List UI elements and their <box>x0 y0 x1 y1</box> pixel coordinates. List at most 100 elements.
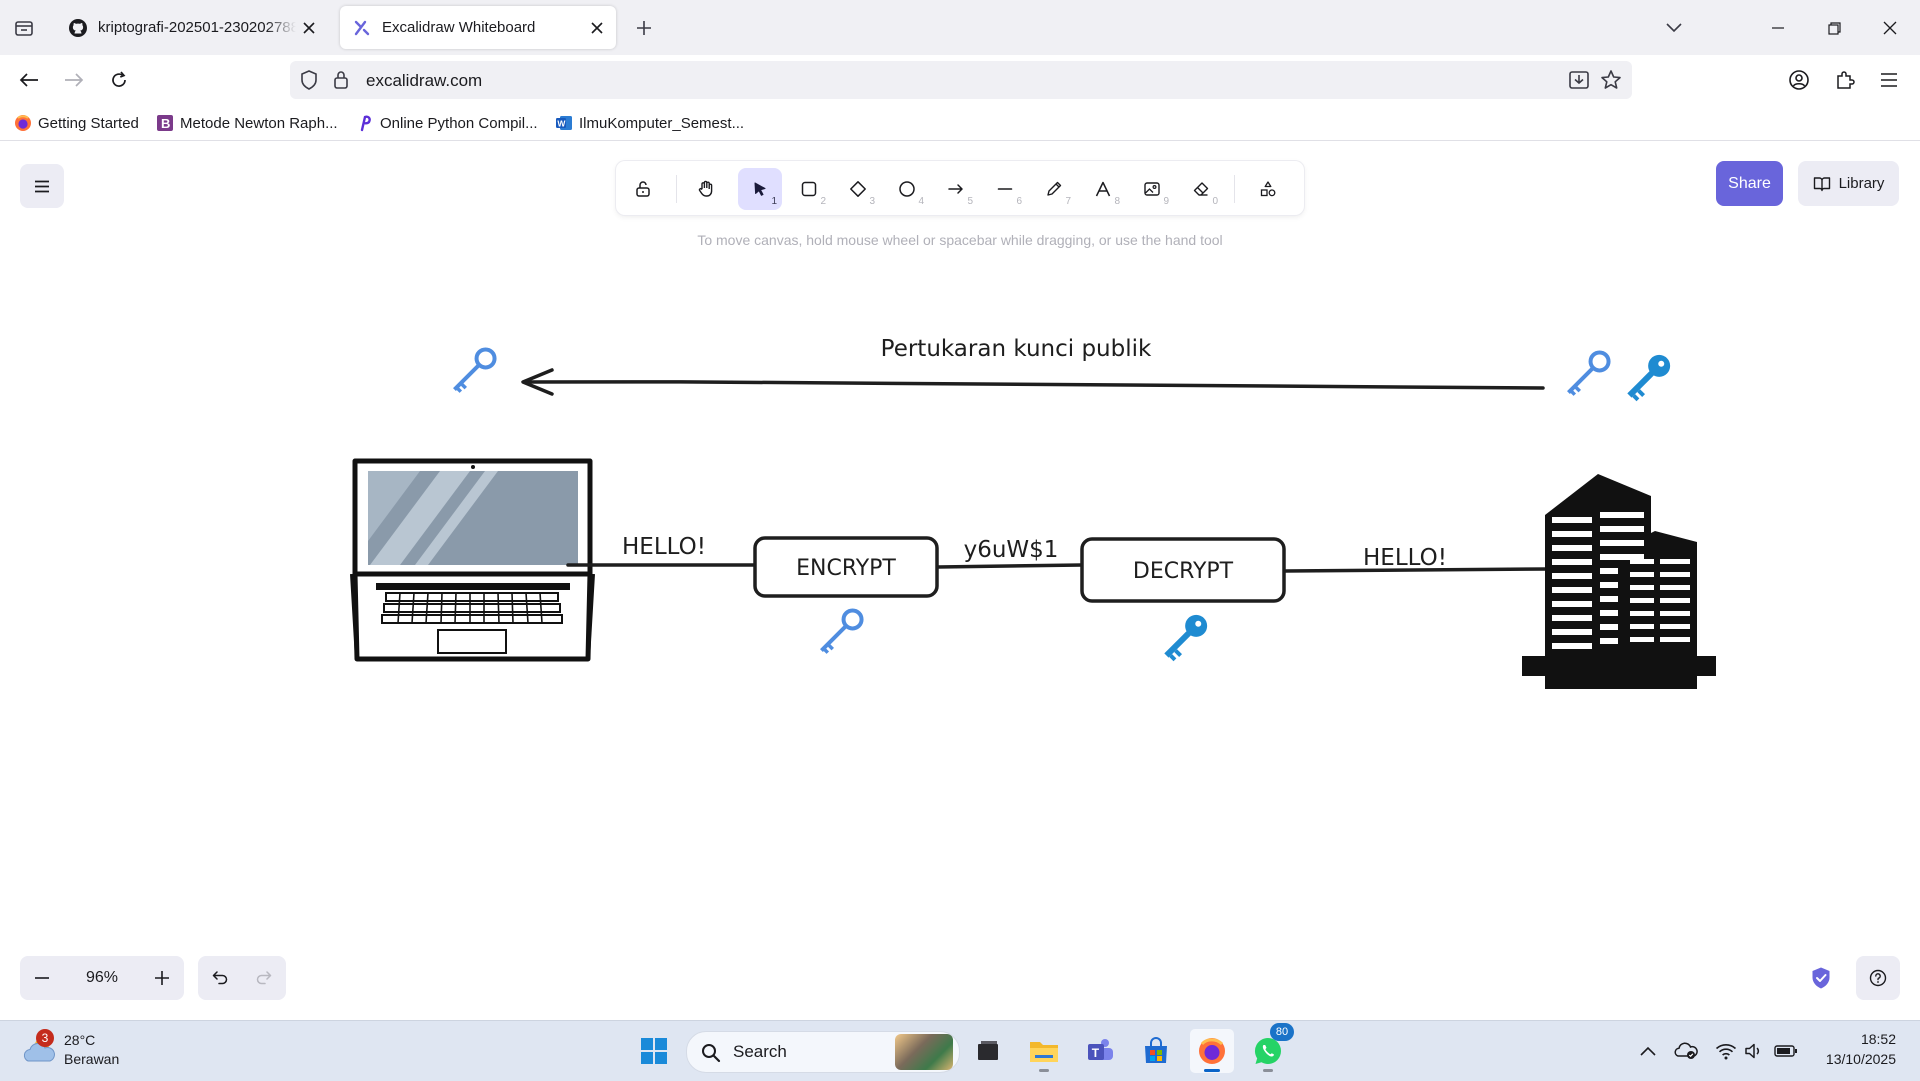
share-button[interactable]: Share <box>1716 161 1783 206</box>
connector-line[interactable] <box>936 563 1084 569</box>
lock-icon[interactable] <box>333 70 349 95</box>
minimize-button[interactable] <box>1756 6 1800 50</box>
tool-arrow[interactable]: 5 <box>934 168 978 210</box>
main-menu-button[interactable] <box>20 164 64 208</box>
close-tab-button[interactable] <box>584 15 610 41</box>
ciphertext-label[interactable]: y6uW$1 <box>964 537 1059 563</box>
public-key-icon[interactable] <box>448 346 498 396</box>
tool-line[interactable]: 6 <box>983 168 1027 210</box>
teams-button[interactable]: T <box>1078 1029 1122 1073</box>
task-view-button[interactable] <box>966 1029 1010 1073</box>
close-window-button[interactable] <box>1868 6 1912 50</box>
tool-lock[interactable] <box>621 168 665 210</box>
onedrive-tray-icon[interactable] <box>1674 1039 1698 1063</box>
tool-draw[interactable]: 7 <box>1032 168 1076 210</box>
pointer-icon <box>754 182 766 196</box>
redo-button[interactable] <box>242 956 286 1000</box>
weather-notification-badge: 3 <box>36 1029 54 1047</box>
hand-icon <box>698 180 713 197</box>
account-button[interactable] <box>1782 63 1816 97</box>
bookmark-b-icon: B <box>156 114 174 132</box>
zoom-out-button[interactable] <box>20 956 64 1000</box>
clock-time[interactable]: 18:52 <box>1820 1031 1896 1047</box>
bookmark-getting-started[interactable]: Getting Started <box>14 112 139 134</box>
bookmark-python-compiler[interactable]: Online Python Compil... <box>356 112 538 134</box>
chevron-down-icon <box>1666 23 1682 33</box>
help-button[interactable] <box>1856 956 1900 1000</box>
show-hidden-icons-button[interactable] <box>1636 1039 1660 1063</box>
tool-diamond[interactable]: 3 <box>836 168 880 210</box>
app-menu-button[interactable] <box>1872 63 1906 97</box>
address-bar[interactable]: excalidraw.com <box>290 61 1632 99</box>
shortcut-key: 2 <box>820 196 826 207</box>
taskbar-search[interactable]: Search <box>686 1031 960 1073</box>
zoom-reset-button[interactable]: 96% <box>64 956 140 1000</box>
laptop-illustration[interactable] <box>350 458 595 662</box>
tool-image[interactable]: 9 <box>1130 168 1174 210</box>
tab-github[interactable]: kriptografi-202501-230202788/ <box>56 6 328 49</box>
encrypt-label: ENCRYPT <box>796 556 896 581</box>
zoom-in-button[interactable] <box>140 956 184 1000</box>
encryption-shield-icon[interactable] <box>1806 963 1836 993</box>
firefox-taskbar-button[interactable] <box>1190 1029 1234 1073</box>
folder-icon <box>1030 1042 1058 1062</box>
microsoft-store-button[interactable] <box>1134 1029 1178 1073</box>
tab-list-button[interactable] <box>6 12 42 44</box>
private-key-icon[interactable] <box>1622 350 1675 403</box>
tab-excalidraw[interactable]: Excalidraw Whiteboard <box>340 6 616 49</box>
firefox-icon <box>14 114 32 132</box>
ellipse-icon <box>899 181 915 197</box>
tool-extra[interactable] <box>1246 168 1290 210</box>
tracking-shield-icon[interactable] <box>300 70 318 95</box>
shortcut-key: 3 <box>869 196 875 207</box>
public-key-icon[interactable] <box>815 607 865 657</box>
whiteboard-canvas[interactable]: Pertukaran kunci publik HELLO! y6uW$1 HE… <box>0 141 1920 1020</box>
tool-text[interactable]: 8 <box>1081 168 1125 210</box>
plaintext-label[interactable]: HELLO! <box>1363 545 1447 571</box>
start-button[interactable] <box>632 1029 676 1073</box>
bookmark-ilmukomputer[interactable]: W IlmuKomputer_Semest... <box>555 112 744 134</box>
file-explorer-button[interactable] <box>1022 1029 1066 1073</box>
key-exchange-arrow[interactable] <box>521 368 1545 396</box>
bookmark-label: Getting Started <box>38 114 139 132</box>
tab-strip: kriptografi-202501-230202788/ Excalidraw… <box>0 0 1920 55</box>
building-illustration[interactable] <box>1522 474 1716 689</box>
plaintext-label[interactable]: HELLO! <box>622 534 706 560</box>
list-all-tabs-button[interactable] <box>1652 6 1696 50</box>
encrypt-box[interactable]: ENCRYPT <box>753 536 939 598</box>
tool-ellipse[interactable]: 4 <box>885 168 929 210</box>
windows-logo-icon <box>641 1038 667 1064</box>
tool-selection[interactable]: 1 <box>738 168 782 210</box>
bookmark-newton-raphson[interactable]: B Metode Newton Raph... <box>156 112 338 134</box>
undo-button[interactable] <box>198 956 242 1000</box>
tool-rectangle[interactable]: 2 <box>787 168 831 210</box>
install-app-icon[interactable] <box>1568 69 1590 96</box>
toolbar-separator <box>1234 175 1235 203</box>
redo-icon <box>256 971 272 985</box>
volume-tray-icon[interactable] <box>1742 1039 1766 1063</box>
whatsapp-button[interactable]: 80 <box>1246 1023 1294 1073</box>
private-key-icon[interactable] <box>1159 610 1212 663</box>
tool-eraser[interactable]: 0 <box>1179 168 1223 210</box>
weather-description: Berawan <box>64 1051 120 1067</box>
close-icon <box>591 21 603 34</box>
library-button[interactable]: Library <box>1798 161 1899 206</box>
reload-button[interactable] <box>102 63 136 97</box>
decrypt-box[interactable]: DECRYPT <box>1080 537 1286 603</box>
shape-toolbar: 1 2 3 4 5 6 7 8 9 0 <box>616 161 1304 215</box>
battery-tray-icon[interactable] <box>1774 1039 1798 1063</box>
clock-date[interactable]: 13/10/2025 <box>1806 1051 1896 1067</box>
extensions-button[interactable] <box>1828 63 1862 97</box>
back-button[interactable] <box>12 63 46 97</box>
public-key-icon[interactable] <box>1562 349 1612 399</box>
wifi-tray-icon[interactable] <box>1714 1039 1738 1063</box>
restore-button[interactable] <box>1812 6 1856 50</box>
forward-button[interactable] <box>57 63 91 97</box>
new-tab-button[interactable] <box>628 12 660 44</box>
diagram-title[interactable]: Pertukaran kunci publik <box>881 336 1152 362</box>
book-icon <box>1813 176 1830 191</box>
bookmark-star-icon[interactable] <box>1600 69 1622 96</box>
weather-widget[interactable]: 3 28°C Berawan <box>20 1029 160 1073</box>
tool-hand[interactable] <box>684 168 728 210</box>
close-tab-button[interactable] <box>296 15 322 41</box>
